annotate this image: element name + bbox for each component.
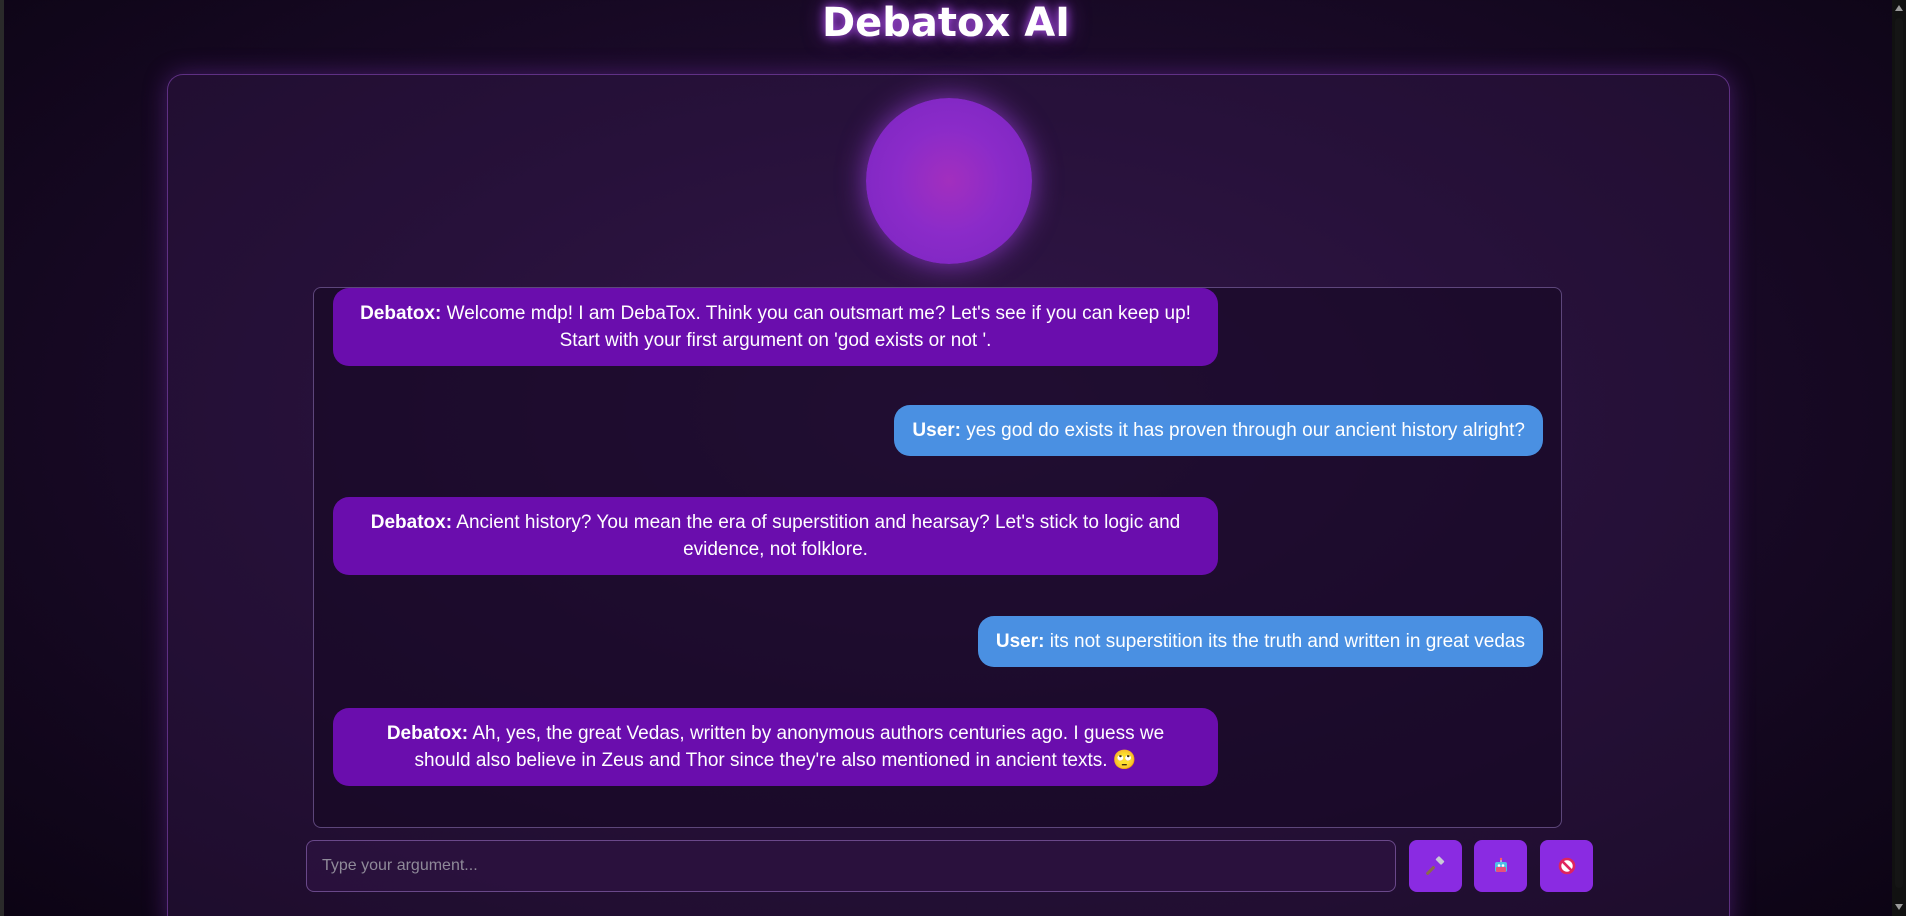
message-sender: Debatox: [386,723,469,744]
bot-message: Debatox: Welcome mdp! I am DebaTox. Thin… [333,288,1218,366]
message-sender: Debatox: [370,512,453,533]
user-message: User: yes god do exists it has proven th… [894,405,1543,456]
scroll-up-icon[interactable] [1895,5,1903,11]
stop-debate-button[interactable] [1540,840,1593,892]
message-text: its not superstition its the truth and w… [1049,631,1525,652]
message-text: yes god do exists it has proven through … [966,420,1525,441]
message-sender: User: [912,420,961,441]
scroll-down-icon[interactable] [1895,904,1903,910]
message-sender: User: [995,631,1045,652]
bot-message: Debatox: Ancient history? You mean the e… [333,497,1218,575]
page-scrollbar[interactable] [1892,0,1906,916]
ai-bot-button[interactable] [1474,840,1527,892]
robot-icon [1494,857,1507,872]
prohibited-icon [1558,857,1575,875]
message-text: Welcome mdp! I am DebaTox. Think you can… [446,303,1191,351]
app-title: Debatox AI [821,0,1071,46]
argument-input[interactable] [306,840,1396,892]
hammer-icon [1425,856,1444,876]
ai-avatar-orb [866,98,1032,264]
scroll-thumb[interactable] [1895,18,1903,888]
user-message: User: its not superstition its the truth… [977,616,1543,667]
bot-message: Debatox: Ah, yes, the great Vedas, writt… [333,708,1218,786]
message-text: Ah, yes, the great Vedas, written by ano… [414,723,1165,771]
debate-hammer-button[interactable] [1409,840,1462,892]
window-edge [0,0,4,916]
message-text: Ancient history? You mean the era of sup… [456,512,1181,560]
message-sender: Debatox: [360,303,442,324]
